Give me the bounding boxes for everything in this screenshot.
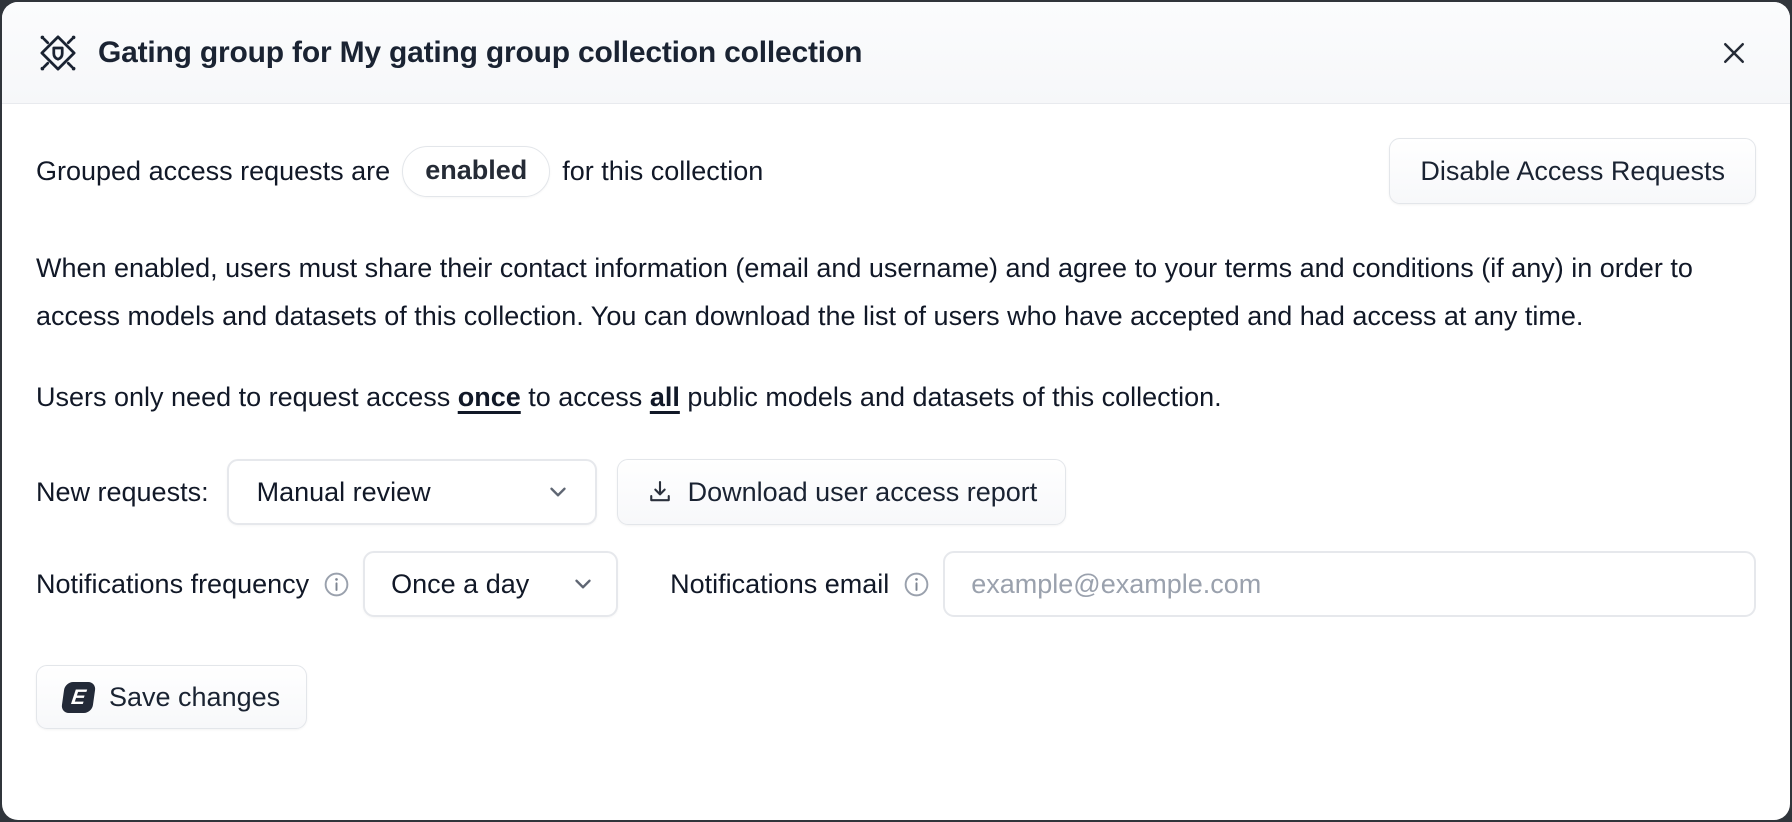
save-button-label: Save changes (109, 682, 280, 713)
notifications-email-label: Notifications email (670, 569, 889, 600)
notifications-frequency-value: Once a day (391, 569, 529, 600)
status-text: Grouped access requests are enabled for … (36, 146, 763, 197)
dialog-title: Gating group for My gating group collect… (98, 36, 862, 70)
note-text: Users only need to request access once t… (36, 382, 1756, 413)
info-icon[interactable] (902, 570, 931, 599)
gate-icon (36, 31, 80, 75)
status-prefix: Grouped access requests are (36, 156, 390, 187)
note-all: all (650, 382, 680, 412)
gating-group-dialog: Gating group for My gating group collect… (2, 2, 1790, 820)
description-text: When enabled, users must share their con… (36, 244, 1756, 340)
new-requests-select[interactable]: Manual review (227, 459, 597, 525)
new-requests-selected-value: Manual review (257, 477, 431, 508)
disable-access-requests-button[interactable]: Disable Access Requests (1389, 138, 1756, 204)
dialog-body: Grouped access requests are enabled for … (2, 104, 1790, 820)
notifications-frequency-select[interactable]: Once a day (363, 551, 618, 617)
status-badge: enabled (402, 146, 550, 197)
chevron-down-icon (570, 571, 596, 597)
notifications-row: Notifications frequency Once a day Notif… (36, 551, 1756, 617)
new-requests-label: New requests: (36, 477, 209, 508)
close-button[interactable] (1712, 31, 1756, 75)
notifications-email-input[interactable] (943, 551, 1756, 617)
new-requests-row: New requests: Manual review Dow (36, 459, 1756, 525)
download-user-access-report-button[interactable]: Download user access report (617, 459, 1067, 525)
info-icon[interactable] (322, 570, 351, 599)
note-pre: Users only need to request access (36, 382, 458, 412)
enterprise-icon: E (61, 682, 96, 713)
notifications-frequency-label: Notifications frequency (36, 569, 309, 600)
chevron-down-icon (545, 479, 571, 505)
close-icon (1719, 38, 1749, 68)
save-changes-button[interactable]: E Save changes (36, 665, 307, 729)
status-row: Grouped access requests are enabled for … (36, 138, 1756, 204)
dialog-header: Gating group for My gating group collect… (2, 2, 1790, 104)
save-row: E Save changes (36, 665, 1756, 729)
download-icon (646, 478, 674, 506)
status-suffix: for this collection (562, 156, 763, 187)
note-post: public models and datasets of this colle… (680, 382, 1222, 412)
download-button-label: Download user access report (688, 477, 1038, 508)
note-once: once (458, 382, 521, 412)
note-mid: to access (521, 382, 650, 412)
